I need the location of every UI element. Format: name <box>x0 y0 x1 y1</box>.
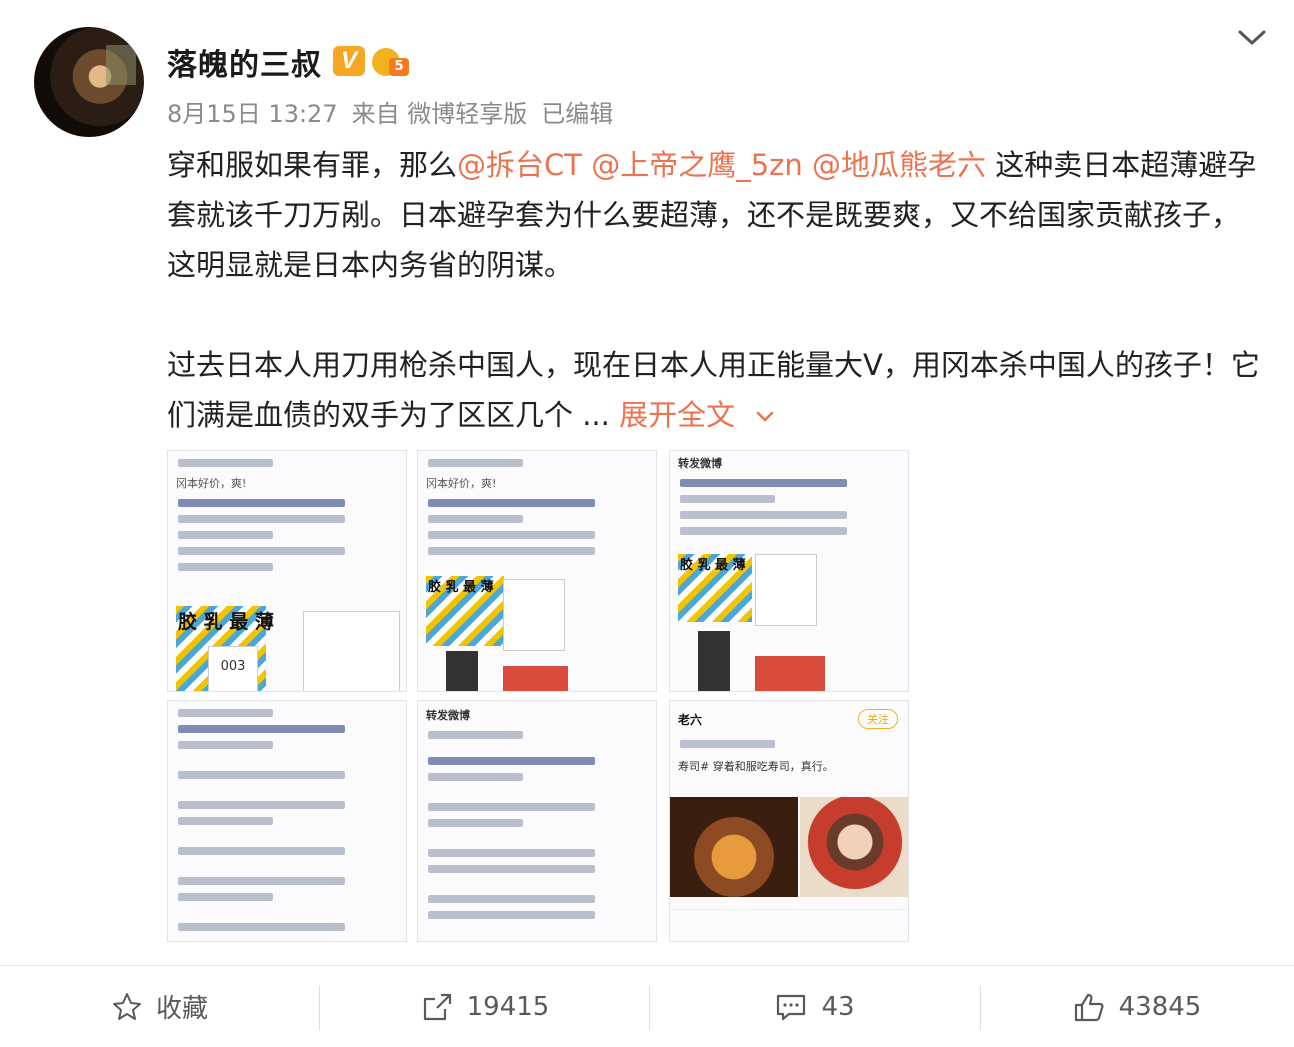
image-text: 冈本好价，爽! <box>176 477 247 490</box>
comment-icon <box>777 994 806 1020</box>
level-number: 5 <box>389 58 409 76</box>
image-header: 转发微博 <box>426 709 470 722</box>
image-text: 冈本好价，爽! <box>426 477 497 490</box>
like-button[interactable]: 43845 <box>980 966 1294 1047</box>
post-meta: 8月15日 13:27 来自 微博轻享版 已编辑 <box>167 94 627 129</box>
user-avatar[interactable] <box>34 27 144 137</box>
image-header: 转发微博 <box>678 457 722 470</box>
post-paragraph-1: 穿和服如果有罪，那么@拆台CT @上帝之鹰_5zn @地瓜熊老六 这种卖日本超薄… <box>167 140 1267 290</box>
comment-button[interactable]: 43 <box>650 966 980 1047</box>
like-count: 43845 <box>1118 991 1202 1022</box>
level-badge: 5 <box>372 44 410 78</box>
post-image-5[interactable]: 转发微博 <box>417 700 657 942</box>
action-bar: 收藏 19415 43 43845 <box>0 965 1294 1047</box>
repost-button[interactable]: 19415 <box>320 966 650 1047</box>
follow-tag: 关注 <box>858 709 898 729</box>
text-segment: 穿和服如果有罪，那么 <box>167 148 458 182</box>
star-icon <box>112 992 141 1020</box>
product-title: 胶 乳 最 薄 <box>428 580 494 595</box>
expand-chevron-icon <box>757 411 774 422</box>
post-image-4[interactable] <box>167 700 407 942</box>
post-timestamp[interactable]: 8月15日 13:27 <box>167 100 338 128</box>
repost-count: 19415 <box>466 991 550 1022</box>
mention-link[interactable]: @拆台CT <box>457 148 582 182</box>
mention-link[interactable]: @上帝之鹰_5zn <box>591 148 803 182</box>
mention-link[interactable]: @地瓜熊老六 <box>812 148 986 182</box>
expand-full-text-link[interactable]: 展开全文 <box>619 398 778 432</box>
product-title: 胶 乳 最 薄 <box>178 611 274 633</box>
image-text: 寿司# 穿着和服吃寿司，真行。 <box>678 760 834 773</box>
post-image-3[interactable]: 转发微博 胶 乳 最 薄 <box>669 450 909 692</box>
product-code: 003 <box>208 646 258 691</box>
thumbs-up-icon <box>1074 993 1104 1021</box>
post-image-1[interactable]: 冈本好价，爽! 胶 乳 最 薄 003 <box>167 450 407 692</box>
post-paragraph-2: 过去日本人用刀用枪杀中国人，现在日本人用正能量大V，用冈本杀中国人的孩子！它们满… <box>167 340 1267 440</box>
favorite-button[interactable]: 收藏 <box>0 966 320 1047</box>
post-text: 穿和服如果有罪，那么@拆台CT @上帝之鹰_5zn @地瓜熊老六 这种卖日本超薄… <box>167 140 1267 440</box>
share-icon <box>423 993 451 1020</box>
image-grid: 冈本好价，爽! 胶 乳 最 薄 003 冈本好价，爽! 胶 乳 最 薄 转发微博… <box>167 450 910 942</box>
verified-badge: V <box>333 46 365 76</box>
comment-count: 43 <box>821 991 855 1022</box>
post-image-6[interactable]: 老六 关注 寿司# 穿着和服吃寿司，真行。 <box>669 700 909 942</box>
post-source: 来自 微博轻享版 <box>351 100 528 128</box>
favorite-label: 收藏 <box>155 994 208 1024</box>
user-name[interactable]: 落魄的三叔 <box>167 40 322 84</box>
post-image-2[interactable]: 冈本好价，爽! 胶 乳 最 薄 <box>417 450 657 692</box>
chevron-down-icon[interactable] <box>1237 26 1267 50</box>
product-title: 胶 乳 最 薄 <box>680 558 746 573</box>
edited-label[interactable]: 已编辑 <box>541 100 613 128</box>
